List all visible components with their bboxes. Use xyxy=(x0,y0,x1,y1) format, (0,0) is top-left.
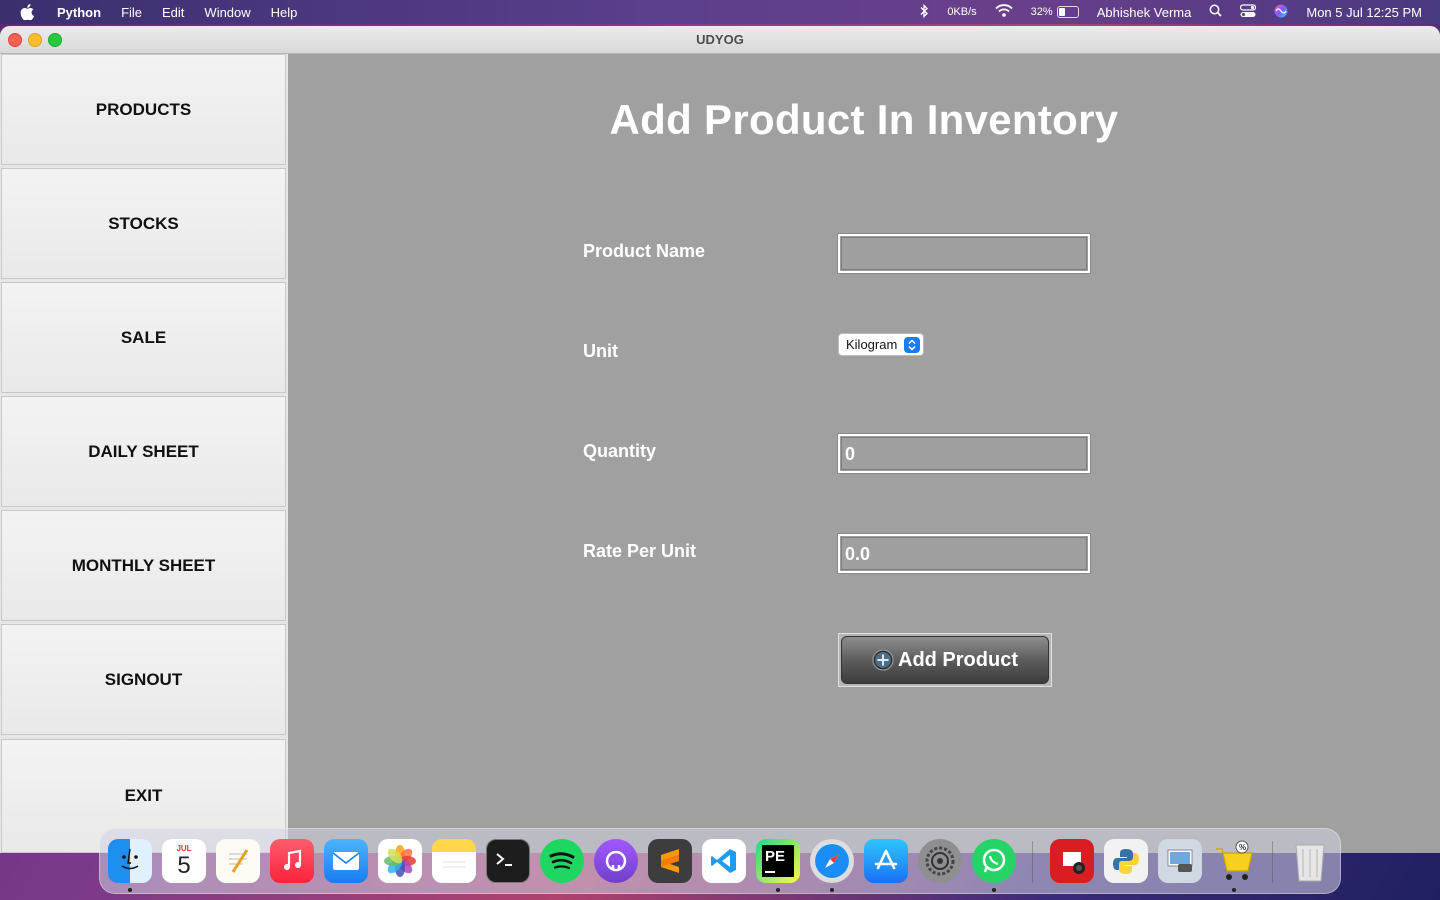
spotify-icon[interactable] xyxy=(540,839,584,883)
clock[interactable]: Mon 5 Jul 12:25 PM xyxy=(1306,5,1422,20)
add-product-form: Add Product In Inventory Product Name Un… xyxy=(288,54,1440,853)
python-launcher-icon[interactable] xyxy=(1104,839,1148,883)
quantity-value: 0 xyxy=(845,444,856,464)
pycharm-icon[interactable]: PE xyxy=(756,839,800,883)
add-product-label: Add Product xyxy=(898,648,1018,671)
title-bar: UDYOG xyxy=(0,26,1440,54)
app-window: UDYOG PRODUCTS STOCKS SALE DAILY SHEET M… xyxy=(0,26,1440,853)
finder-icon[interactable] xyxy=(108,839,152,883)
add-product-button[interactable]: Add Product xyxy=(841,636,1049,684)
rate-per-unit-label: Rate Per Unit xyxy=(583,541,697,561)
window-title: UDYOG xyxy=(696,32,744,47)
signout-button[interactable]: SIGNOUT xyxy=(1,624,286,735)
photos-icon[interactable] xyxy=(378,839,422,883)
quantity-label: Quantity xyxy=(583,441,657,461)
dock: JUL 5 PE % xyxy=(99,828,1341,894)
sale-button[interactable]: SALE xyxy=(1,282,286,393)
calendar-icon[interactable]: JUL 5 xyxy=(162,839,206,883)
monthly-sheet-button[interactable]: MONTHLY SHEET xyxy=(1,510,286,621)
music-icon[interactable] xyxy=(270,839,314,883)
plus-circle-icon xyxy=(872,649,894,671)
battery-percent: 32% xyxy=(1030,6,1053,18)
dock-separator xyxy=(1032,841,1033,883)
control-center-icon[interactable] xyxy=(1240,3,1257,21)
rate-per-unit-input[interactable]: 0.0 xyxy=(837,533,1091,574)
preview-icon[interactable] xyxy=(1158,839,1202,883)
unit-label: Unit xyxy=(583,341,618,361)
chevron-up-down-icon xyxy=(904,337,920,353)
products-button[interactable]: PRODUCTS xyxy=(1,54,286,165)
wifi-icon[interactable] xyxy=(995,4,1013,20)
quantity-input[interactable]: 0 xyxy=(837,433,1091,474)
trash-icon[interactable] xyxy=(1288,839,1332,883)
app-menu[interactable]: Python xyxy=(57,5,101,20)
stocks-button[interactable]: STOCKS xyxy=(1,168,286,279)
file-menu[interactable]: File xyxy=(121,5,142,20)
page-title: Add Product In Inventory xyxy=(288,96,1440,144)
textedit-icon[interactable] xyxy=(216,839,260,883)
network-speed[interactable]: 0KB/s xyxy=(947,6,976,18)
bluetooth-icon[interactable] xyxy=(919,3,929,21)
product-name-input[interactable] xyxy=(837,233,1091,274)
menu-bar: Python File Edit Window Help 0KB/s 32% A… xyxy=(0,0,1440,24)
user-name[interactable]: Abhishek Verma xyxy=(1097,5,1192,20)
spotlight-search-icon[interactable] xyxy=(1209,4,1222,20)
photo-booth-icon[interactable] xyxy=(1050,839,1094,883)
terminal-icon[interactable] xyxy=(486,839,530,883)
rate-value: 0.0 xyxy=(845,544,871,564)
safari-icon[interactable] xyxy=(810,839,854,883)
shopping-cart-icon[interactable]: % xyxy=(1212,839,1256,883)
daily-sheet-button[interactable]: DAILY SHEET xyxy=(1,396,286,507)
pycharm-label: PE xyxy=(765,848,786,865)
svg-text:%: % xyxy=(1239,843,1246,852)
battery-status[interactable]: 32% xyxy=(1031,6,1079,18)
help-menu[interactable]: Help xyxy=(271,5,298,20)
edit-menu[interactable]: Edit xyxy=(162,5,184,20)
unit-selected-value: Kilogram xyxy=(846,337,898,352)
dock-separator-trash xyxy=(1272,841,1273,883)
mail-icon[interactable] xyxy=(324,839,368,883)
sublime-text-icon[interactable] xyxy=(648,839,692,883)
whatsapp-icon[interactable] xyxy=(972,839,1016,883)
battery-icon xyxy=(1056,6,1079,18)
unit-select[interactable]: Kilogram xyxy=(838,333,924,356)
app-store-icon[interactable] xyxy=(864,839,908,883)
calendar-day: 5 xyxy=(177,852,191,879)
siri-icon[interactable] xyxy=(1274,4,1288,21)
window-menu[interactable]: Window xyxy=(204,5,250,20)
notes-icon[interactable] xyxy=(432,839,476,883)
github-desktop-icon[interactable] xyxy=(594,839,638,883)
vscode-icon[interactable] xyxy=(702,839,746,883)
page-title-text: Add Product In Inventory xyxy=(609,96,1119,143)
product-name-label: Product Name xyxy=(583,241,706,261)
system-preferences-icon[interactable] xyxy=(918,839,962,883)
sidebar: PRODUCTS STOCKS SALE DAILY SHEET MONTHLY… xyxy=(0,54,288,853)
apple-menu-icon[interactable] xyxy=(20,4,38,20)
add-product-button-frame: Add Product xyxy=(838,633,1052,687)
